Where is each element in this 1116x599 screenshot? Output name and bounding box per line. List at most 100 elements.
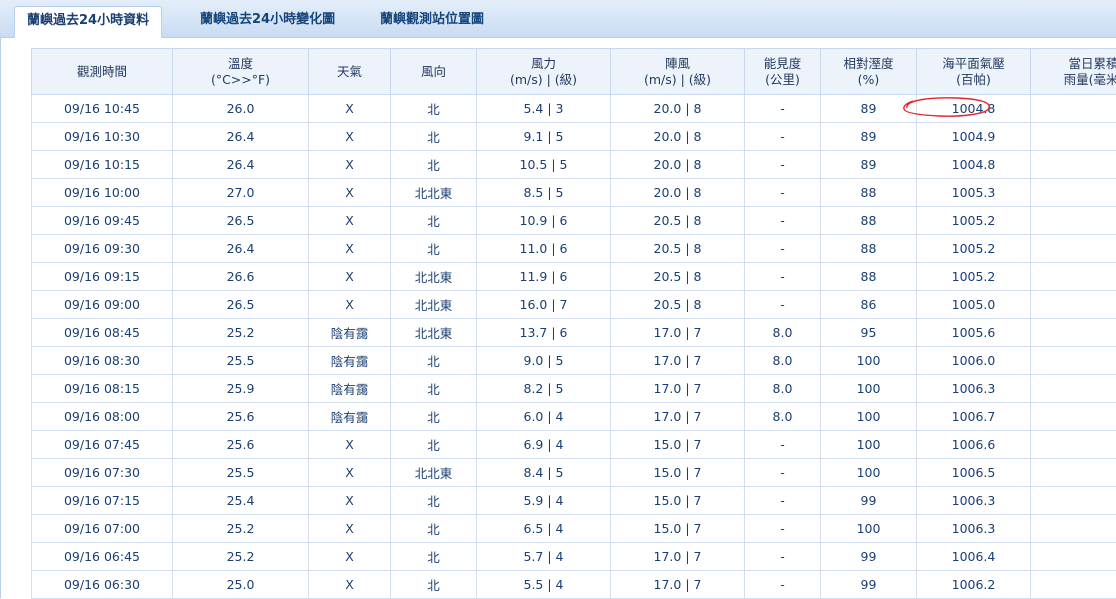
cell-obs-time: 09/16 10:15 — [32, 151, 173, 179]
header-label: 觀測時間 — [32, 64, 172, 80]
cell-temperature: 26.4 — [173, 235, 309, 263]
header-unit: (°C>>°F) — [173, 72, 308, 88]
cell-temperature: 25.0 — [173, 571, 309, 599]
table-row: 09/16 09:4526.5X北10.9 | 620.5 | 8-881005… — [32, 207, 1116, 235]
cell-sea-level-pressure: 1006.3 — [917, 375, 1031, 403]
cell-obs-time: 09/16 07:00 — [32, 515, 173, 543]
cell-humidity: 89 — [821, 123, 917, 151]
cell-wind-force: 5.7 | 4 — [477, 543, 611, 571]
cell-wind-direction: 北北東 — [391, 291, 477, 319]
cell-visibility: - — [745, 487, 821, 515]
cell-daily-rainfall: 0.0 — [1031, 179, 1116, 207]
cell-gust: 17.0 | 7 — [611, 347, 745, 375]
cell-wind-force: 8.4 | 5 — [477, 459, 611, 487]
cell-wind-force: 5.5 | 4 — [477, 571, 611, 599]
cell-weather: X — [309, 571, 391, 599]
cell-weather: X — [309, 515, 391, 543]
cell-gust: 20.0 | 8 — [611, 95, 745, 123]
tab-24h-data[interactable]: 蘭嶼過去24小時資料 — [14, 6, 162, 38]
cell-sea-level-pressure: 1005.3 — [917, 179, 1031, 207]
cell-temperature: 25.4 — [173, 487, 309, 515]
cell-obs-time: 09/16 08:00 — [32, 403, 173, 431]
table-row: 09/16 07:0025.2X北6.5 | 415.0 | 7-1001006… — [32, 515, 1116, 543]
table-row: 09/16 08:0025.6陰有靄北6.0 | 417.0 | 78.0100… — [32, 403, 1116, 431]
cell-wind-force: 6.9 | 4 — [477, 431, 611, 459]
cell-daily-rainfall: 0.0 — [1031, 543, 1116, 571]
table-row: 09/16 09:0026.5X北北東16.0 | 720.5 | 8-8610… — [32, 291, 1116, 319]
cell-obs-time: 09/16 07:15 — [32, 487, 173, 515]
cell-visibility: - — [745, 151, 821, 179]
header-unit: (m/s) | (級) — [611, 72, 744, 88]
header-unit: 雨量(毫米) — [1031, 72, 1116, 88]
cell-daily-rainfall: 0.0 — [1031, 235, 1116, 263]
cell-wind-direction: 北北東 — [391, 319, 477, 347]
cell-weather: X — [309, 235, 391, 263]
cell-gust: 15.0 | 7 — [611, 459, 745, 487]
cell-gust: 20.5 | 8 — [611, 235, 745, 263]
cell-gust: 17.0 | 7 — [611, 571, 745, 599]
cell-wind-force: 10.5 | 5 — [477, 151, 611, 179]
tab-station-map[interactable]: 蘭嶼觀測站位置圖 — [368, 6, 496, 38]
cell-humidity: 88 — [821, 207, 917, 235]
header-label: 風力 — [477, 56, 610, 72]
cell-temperature: 25.9 — [173, 375, 309, 403]
cell-temperature: 25.5 — [173, 459, 309, 487]
cell-humidity: 89 — [821, 151, 917, 179]
cell-wind-direction: 北 — [391, 571, 477, 599]
cell-wind-direction: 北北東 — [391, 459, 477, 487]
cell-sea-level-pressure: 1005.2 — [917, 263, 1031, 291]
table-header-row: 觀測時間溫度(°C>>°F)天氣風向風力(m/s) | (級)陣風(m/s) |… — [32, 49, 1116, 95]
cell-weather: 陰有靄 — [309, 375, 391, 403]
cell-sea-level-pressure: 1006.3 — [917, 515, 1031, 543]
cell-gust: 17.0 | 7 — [611, 375, 745, 403]
cell-sea-level-pressure: 1006.5 — [917, 459, 1031, 487]
header-temperature[interactable]: 溫度(°C>>°F) — [173, 49, 309, 95]
cell-humidity: 88 — [821, 235, 917, 263]
cell-obs-time: 09/16 10:30 — [32, 123, 173, 151]
cell-weather: X — [309, 207, 391, 235]
cell-daily-rainfall: 0.0 — [1031, 431, 1116, 459]
cell-daily-rainfall: 0.0 — [1031, 347, 1116, 375]
header-weather: 天氣 — [309, 49, 391, 95]
cell-sea-level-pressure: 1006.7 — [917, 403, 1031, 431]
header-sea-level-pressure: 海平面氣壓(百帕) — [917, 49, 1031, 95]
cell-wind-force: 10.9 | 6 — [477, 207, 611, 235]
cell-daily-rainfall: 0.0 — [1031, 263, 1116, 291]
table-row: 09/16 07:4525.6X北6.9 | 415.0 | 7-1001006… — [32, 431, 1116, 459]
cell-weather: 陰有靄 — [309, 403, 391, 431]
cell-sea-level-pressure: 1004.8 — [917, 151, 1031, 179]
tab-bar: 蘭嶼過去24小時資料 蘭嶼過去24小時變化圖 蘭嶼觀測站位置圖 — [0, 0, 1116, 38]
cell-obs-time: 09/16 10:00 — [32, 179, 173, 207]
cell-humidity: 100 — [821, 375, 917, 403]
cell-humidity: 99 — [821, 487, 917, 515]
cell-temperature: 25.6 — [173, 403, 309, 431]
cell-wind-direction: 北北東 — [391, 179, 477, 207]
cell-daily-rainfall: 0.0 — [1031, 459, 1116, 487]
cell-weather: X — [309, 123, 391, 151]
table-row: 09/16 10:4526.0X北5.4 | 320.0 | 8-891004.… — [32, 95, 1116, 123]
cell-wind-direction: 北 — [391, 403, 477, 431]
cell-daily-rainfall: 0.0 — [1031, 319, 1116, 347]
cell-humidity: 100 — [821, 403, 917, 431]
cell-obs-time: 09/16 06:45 — [32, 543, 173, 571]
cell-obs-time: 09/16 06:30 — [32, 571, 173, 599]
cell-daily-rainfall: 0.0 — [1031, 515, 1116, 543]
cell-temperature: 26.5 — [173, 291, 309, 319]
header-label: 相對溼度 — [821, 56, 916, 72]
cell-temperature: 26.0 — [173, 95, 309, 123]
cell-sea-level-pressure: 1005.2 — [917, 207, 1031, 235]
cell-obs-time: 09/16 09:15 — [32, 263, 173, 291]
cell-weather: X — [309, 487, 391, 515]
cell-daily-rainfall: 0.0 — [1031, 375, 1116, 403]
tab-24h-chart[interactable]: 蘭嶼過去24小時變化圖 — [188, 6, 347, 38]
cell-sea-level-pressure: 1005.0 — [917, 291, 1031, 319]
cell-wind-direction: 北 — [391, 235, 477, 263]
table-row: 09/16 07:3025.5X北北東8.4 | 515.0 | 7-10010… — [32, 459, 1116, 487]
cell-visibility: 8.0 — [745, 403, 821, 431]
cell-wind-direction: 北 — [391, 375, 477, 403]
header-unit: (百帕) — [917, 72, 1030, 88]
cell-weather: X — [309, 95, 391, 123]
data-panel: 觀測時間溫度(°C>>°F)天氣風向風力(m/s) | (級)陣風(m/s) |… — [0, 38, 1116, 598]
cell-sea-level-pressure: 1006.0 — [917, 347, 1031, 375]
header-humidity: 相對溼度(%) — [821, 49, 917, 95]
